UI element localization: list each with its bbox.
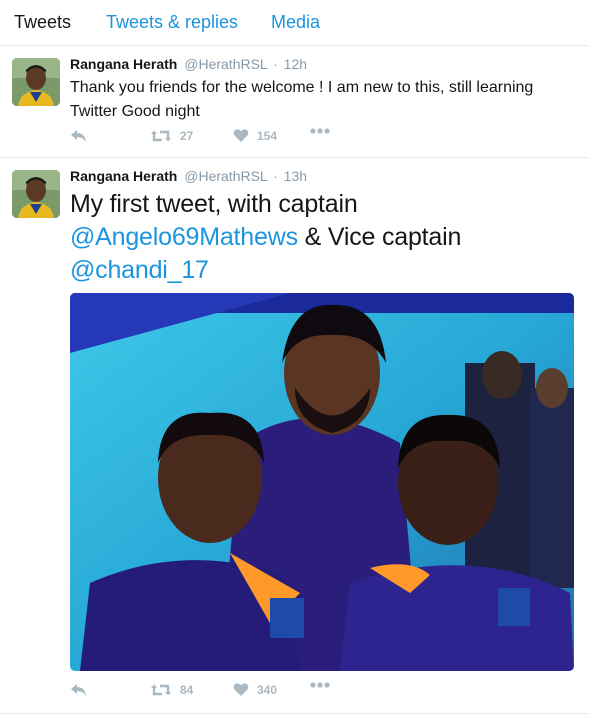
tab-tweets-replies[interactable]: Tweets & replies [106, 12, 238, 33]
like-button[interactable]: 154 [233, 128, 277, 143]
more-icon [310, 682, 330, 688]
tweet-header: Rangana Herath @HerathRSL · 13h [70, 168, 307, 184]
like-count: 154 [257, 128, 278, 143]
tweet-text: My first tweet, with captain @Angelo69Ma… [70, 188, 570, 287]
tab-tweets[interactable]: Tweets [14, 12, 71, 33]
retweet-count: 84 [180, 683, 194, 697]
like-button[interactable]: 340 [233, 682, 277, 697]
avatar[interactable] [12, 58, 60, 106]
avatar[interactable] [12, 170, 60, 218]
more-icon [310, 128, 330, 134]
reply-button[interactable] [70, 128, 88, 144]
author-handle[interactable]: @HerathRSL [184, 168, 267, 184]
tweet-timestamp[interactable]: 13h [284, 168, 307, 184]
retweet-icon [151, 684, 171, 696]
reply-icon [71, 684, 86, 696]
tweet[interactable]: Rangana Herath @HerathRSL · 12h Thank yo… [0, 46, 589, 158]
retweet-button[interactable]: 84 [150, 682, 193, 698]
author-name[interactable]: Rangana Herath [70, 168, 177, 184]
author-handle[interactable]: @HerathRSL [184, 56, 267, 72]
tweet-text: Thank you friends for the welcome ! I am… [70, 79, 534, 120]
separator-dot: · [273, 168, 278, 184]
more-button[interactable] [310, 128, 330, 134]
profile-tabs: Tweets Tweets & replies Media [0, 0, 589, 46]
tweet-header: Rangana Herath @HerathRSL · 12h [70, 56, 307, 72]
tweet-photo[interactable] [70, 293, 574, 671]
retweet-button[interactable]: 27 [150, 128, 193, 144]
tweet[interactable]: Rangana Herath @HerathRSL · 13h My first… [0, 158, 589, 714]
more-button[interactable] [310, 682, 330, 688]
mention-link[interactable]: @Angelo69Mathews [70, 223, 298, 251]
like-icon [233, 129, 249, 142]
author-name[interactable]: Rangana Herath [70, 56, 177, 72]
retweet-count: 27 [180, 129, 194, 143]
tab-media[interactable]: Media [271, 12, 320, 33]
retweet-icon [151, 130, 171, 142]
tweet-text-part: My first tweet, with captain [70, 190, 358, 218]
reply-icon [71, 130, 86, 142]
reply-button[interactable] [70, 682, 88, 698]
like-icon [233, 683, 249, 696]
separator-dot: · [273, 56, 278, 72]
like-count: 340 [257, 682, 278, 697]
tweet-text-part: & Vice captain [297, 223, 462, 251]
mention-link[interactable]: @chandi_17 [70, 256, 209, 284]
tweet-timestamp[interactable]: 12h [284, 56, 307, 72]
